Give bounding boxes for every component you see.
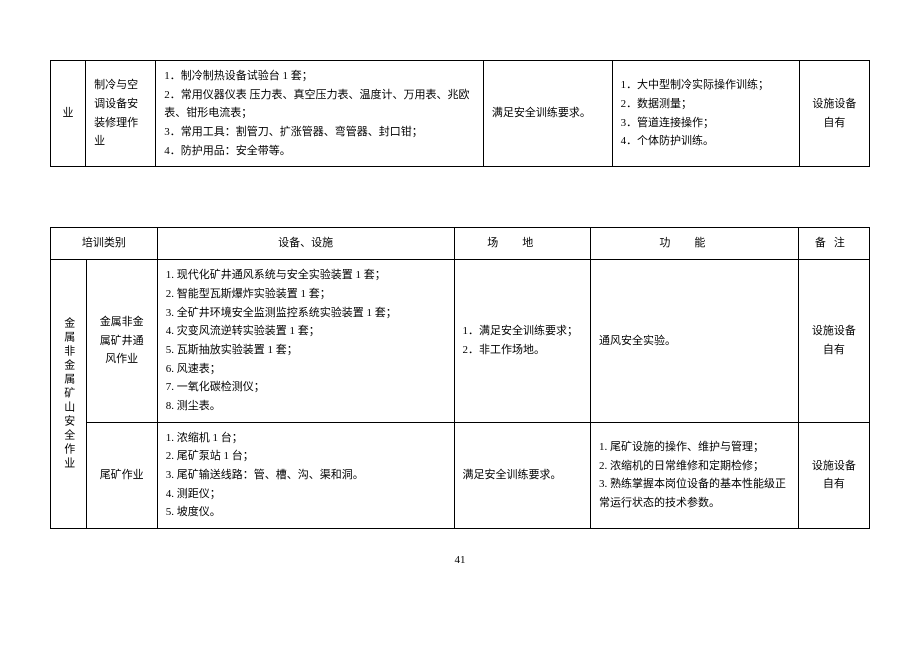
cell-category-main: 业	[51, 61, 86, 167]
list-item: 3. 熟练掌握本岗位设备的基本性能级正常运行状态的技术参数。	[599, 475, 790, 512]
table-row: 金属非金属矿山安全作业 金属非金属矿井通风作业 1. 现代化矿井通风系统与安全实…	[51, 260, 870, 423]
table-row: 业 制冷与空调设备安装修理作业 1．制冷制热设备试验台 1 套； 2．常用仪器仪…	[51, 61, 870, 167]
cell-equipment: 1. 现代化矿井通风系统与安全实验装置 1 套； 2. 智能型瓦斯爆炸实验装置 …	[157, 260, 454, 423]
list-item: 4．防护用品：安全带等。	[164, 142, 475, 161]
cell-category-sub: 制冷与空调设备安装修理作业	[86, 61, 156, 167]
list-item: 5. 坡度仪。	[166, 503, 446, 522]
cell-function: 1．大中型制冷实际操作训练； 2．数据测量； 3．管道连接操作； 4．个体防护训…	[612, 61, 799, 167]
header-note: 备注	[798, 228, 869, 260]
list-item: 4. 灾变风流逆转实验装置 1 套；	[166, 322, 446, 341]
cell-site: 1．满足安全训练要求； 2．非工作场地。	[454, 260, 591, 423]
list-item: 4. 测距仪；	[166, 485, 446, 504]
list-item: 8. 测尘表。	[166, 397, 446, 416]
list-item: 7. 一氧化碳检测仪；	[166, 378, 446, 397]
cell-function: 通风安全实验。	[591, 260, 799, 423]
header-function: 功能	[591, 228, 799, 260]
list-item: 1．满足安全训练要求；	[463, 322, 583, 341]
list-item: 2．非工作场地。	[463, 341, 583, 360]
cell-note: 设施设备自有	[798, 422, 869, 528]
list-item: 5. 瓦斯抽放实验装置 1 套；	[166, 341, 446, 360]
list-item: 3. 尾矿输送线路：管、槽、沟、渠和洞。	[166, 466, 446, 485]
table-refrigeration: 业 制冷与空调设备安装修理作业 1．制冷制热设备试验台 1 套； 2．常用仪器仪…	[50, 60, 870, 167]
cell-note: 设施设备自有	[798, 260, 869, 423]
cell-site: 满足安全训练要求。	[454, 422, 591, 528]
cell-note: 设施设备自有	[799, 61, 869, 167]
list-item: 2. 浓缩机的日常维修和定期检修；	[599, 457, 790, 476]
list-item: 3．常用工具：割管刀、扩涨管器、弯管器、封口钳；	[164, 123, 475, 142]
list-item: 4．个体防护训练。	[621, 132, 791, 151]
table-row: 尾矿作业 1. 浓缩机 1 台； 2. 尾矿泵站 1 台； 3. 尾矿输送线路：…	[51, 422, 870, 528]
spacer	[50, 167, 870, 227]
list-item: 2. 尾矿泵站 1 台；	[166, 447, 446, 466]
list-item: 1．大中型制冷实际操作训练；	[621, 76, 791, 95]
list-item: 2．常用仪器仪表 压力表、真空压力表、温度计、万用表、兆欧表、钳形电流表；	[164, 86, 475, 123]
cell-function: 1. 尾矿设施的操作、维护与管理； 2. 浓缩机的日常维修和定期检修； 3. 熟…	[591, 422, 799, 528]
cell-equipment: 1. 浓缩机 1 台； 2. 尾矿泵站 1 台； 3. 尾矿输送线路：管、槽、沟…	[157, 422, 454, 528]
document-page: 业 制冷与空调设备安装修理作业 1．制冷制热设备试验台 1 套； 2．常用仪器仪…	[0, 0, 920, 586]
list-item: 2. 智能型瓦斯爆炸实验装置 1 套；	[166, 285, 446, 304]
list-item: 1．制冷制热设备试验台 1 套；	[164, 67, 475, 86]
table-header-row: 培训类别 设备、设施 场地 功能 备注	[51, 228, 870, 260]
page-number: 41	[50, 554, 870, 566]
header-category: 培训类别	[51, 228, 158, 260]
cell-site: 满足安全训练要求。	[483, 61, 612, 167]
list-item: 1. 现代化矿井通风系统与安全实验装置 1 套；	[166, 266, 446, 285]
list-item: 2．数据测量；	[621, 95, 791, 114]
table-mining: 培训类别 设备、设施 场地 功能 备注 金属非金属矿山安全作业 金属非金属矿井通…	[50, 227, 870, 529]
list-item: 3．管道连接操作；	[621, 114, 791, 133]
list-item: 1. 尾矿设施的操作、维护与管理；	[599, 438, 790, 457]
list-item: 1. 浓缩机 1 台；	[166, 429, 446, 448]
header-site: 场地	[454, 228, 591, 260]
list-item: 3. 全矿井环境安全监测监控系统实验装置 1 套；	[166, 304, 446, 323]
cell-category-sub: 金属非金属矿井通风作业	[86, 260, 157, 423]
cell-category-sub: 尾矿作业	[86, 422, 157, 528]
vertical-text: 金属非金属矿山安全作业	[59, 317, 78, 471]
cell-equipment: 1．制冷制热设备试验台 1 套； 2．常用仪器仪表 压力表、真空压力表、温度计、…	[156, 61, 484, 167]
header-equipment: 设备、设施	[157, 228, 454, 260]
cell-category-main: 金属非金属矿山安全作业	[51, 260, 87, 529]
list-item: 6. 风速表；	[166, 360, 446, 379]
